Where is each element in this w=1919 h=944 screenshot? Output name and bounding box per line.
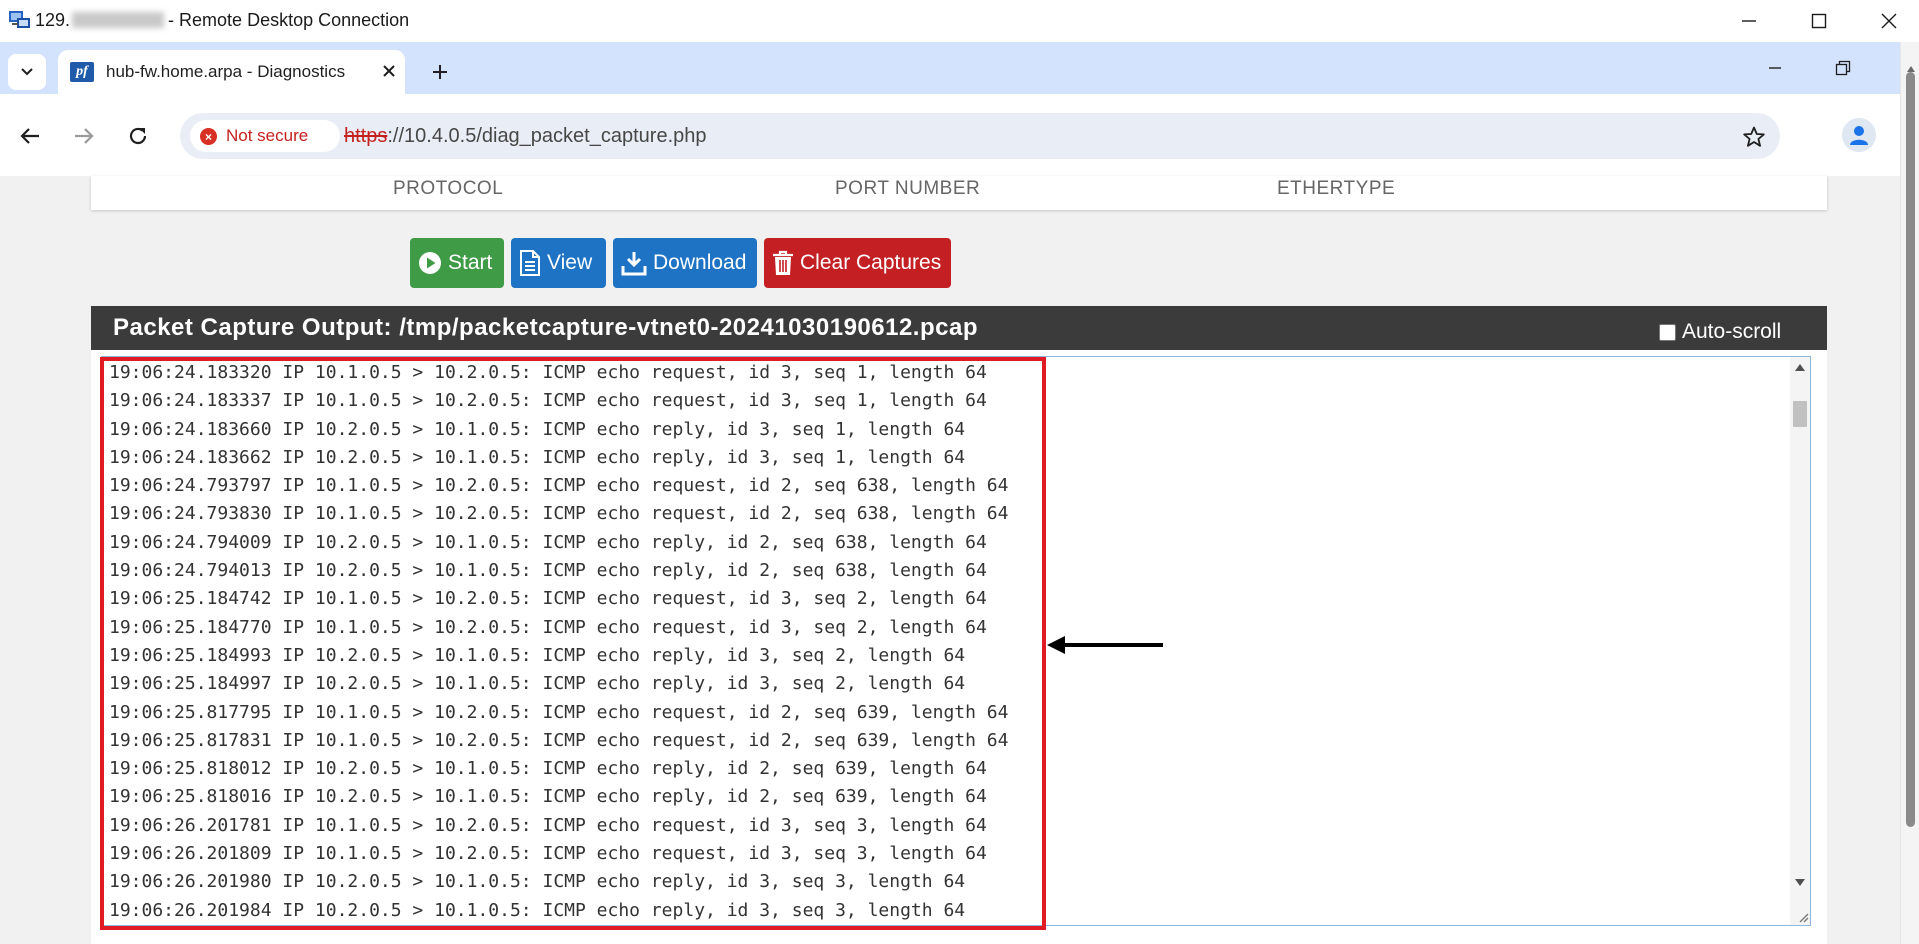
capture-line: 19:06:26.201809 IP 10.1.0.5 > 10.2.0.5: … <box>109 843 987 865</box>
download-capture-label: Download <box>653 251 747 274</box>
reload-icon <box>129 127 147 145</box>
play-circle-icon <box>418 251 442 275</box>
forward-button[interactable] <box>68 120 100 152</box>
url-path: ://10.4.0.5/diag_packet_capture.php <box>387 125 707 147</box>
port-number-column-label: PORT NUMBER <box>835 178 981 199</box>
filter-panel-header: PROTOCOL PORT NUMBER ETHERTYPE <box>91 176 1827 210</box>
redacted-ip <box>72 12 165 28</box>
browser-tab-strip: pf hub-fw.home.arpa - Diagnostics <box>0 42 1900 94</box>
url-text[interactable]: https://10.4.0.5/diag_packet_capture.php <box>344 125 707 148</box>
browser-restore-button[interactable] <box>1808 46 1878 90</box>
person-icon <box>1850 126 1868 145</box>
capture-line: 19:06:24.183660 IP 10.2.0.5 > 10.1.0.5: … <box>109 418 966 440</box>
textarea-scrollbar[interactable] <box>1790 357 1810 925</box>
new-tab-button[interactable] <box>426 58 454 86</box>
url-scheme: https <box>344 125 388 147</box>
capture-output-lines: 19:06:24.183320 IP 10.1.0.5 > 10.2.0.5: … <box>109 359 1008 925</box>
page-scrollbar-thumb[interactable] <box>1906 72 1915 827</box>
tab-search-button[interactable] <box>8 54 46 90</box>
textarea-scrollbar-thumb[interactable] <box>1793 401 1807 427</box>
capture-line: 19:06:26.201984 IP 10.2.0.5 > 10.1.0.5: … <box>109 899 966 921</box>
bookmark-button[interactable] <box>1740 123 1768 151</box>
resize-grip-icon[interactable] <box>1795 909 1809 923</box>
scroll-down-arrow-icon[interactable] <box>1795 879 1805 886</box>
clear-captures-label: Clear Captures <box>800 251 942 274</box>
capture-line: 19:06:25.818016 IP 10.2.0.5 > 10.1.0.5: … <box>109 786 987 808</box>
remote-desktop-titlebar: 129. - Remote Desktop Connection <box>0 0 1919 42</box>
arrow-left-icon <box>20 128 39 144</box>
capture-line: 19:06:25.818012 IP 10.2.0.5 > 10.1.0.5: … <box>109 758 987 780</box>
start-capture-label: Start <box>448 251 493 274</box>
arrow-right-icon <box>75 128 94 144</box>
autoscroll-checkbox[interactable] <box>1659 323 1676 341</box>
file-text-icon <box>519 250 541 276</box>
view-capture-button[interactable]: View <box>511 238 606 288</box>
trash-icon <box>772 250 794 276</box>
download-capture-button[interactable]: Download <box>613 238 757 288</box>
address-bar[interactable]: × Not secure https://10.4.0.5/diag_packe… <box>180 113 1780 159</box>
capture-line: 19:06:25.184770 IP 10.1.0.5 > 10.2.0.5: … <box>109 616 987 638</box>
pfsense-favicon-icon: pf <box>70 62 94 82</box>
close-icon <box>383 65 395 77</box>
capture-output-header: Packet Capture Output: /tmp/packetcaptur… <box>91 306 1827 350</box>
autoscroll-toggle[interactable]: Auto-scroll <box>1659 320 1781 344</box>
scroll-up-arrow-icon[interactable] <box>1795 364 1805 371</box>
capture-line: 19:06:25.184997 IP 10.2.0.5 > 10.1.0.5: … <box>109 673 966 695</box>
capture-line: 19:06:26.201980 IP 10.2.0.5 > 10.1.0.5: … <box>109 871 966 893</box>
start-capture-button[interactable]: Start <box>410 238 504 288</box>
plus-icon <box>433 65 447 79</box>
capture-line: 19:06:24.793797 IP 10.1.0.5 > 10.2.0.5: … <box>109 475 1009 497</box>
profile-button[interactable] <box>1842 118 1876 152</box>
window-title-app: - Remote Desktop Connection <box>168 10 410 30</box>
star-icon <box>1743 126 1765 147</box>
autoscroll-label: Auto-scroll <box>1682 320 1782 343</box>
capture-line: 19:06:24.794009 IP 10.2.0.5 > 10.1.0.5: … <box>109 531 987 553</box>
browser-toolbar: × Not secure https://10.4.0.5/diag_packe… <box>0 94 1900 176</box>
window-title-host: 129. <box>35 10 71 30</box>
capture-output-panel: 19:06:24.183320 IP 10.1.0.5 > 10.2.0.5: … <box>91 350 1827 944</box>
capture-line: 19:06:24.183320 IP 10.1.0.5 > 10.2.0.5: … <box>109 362 987 383</box>
capture-output-textarea[interactable]: 19:06:24.183320 IP 10.1.0.5 > 10.2.0.5: … <box>101 356 1811 926</box>
capture-line: 19:06:25.184993 IP 10.2.0.5 > 10.1.0.5: … <box>109 644 966 666</box>
tab-title: hub-fw.home.arpa - Diagnostics <box>106 62 346 81</box>
ethertype-column-label: ETHERTYPE <box>1277 178 1396 199</box>
minimize-window-button[interactable] <box>1714 0 1784 42</box>
not-secure-label: Not secure <box>226 126 309 145</box>
capture-line: 19:06:25.817795 IP 10.1.0.5 > 10.2.0.5: … <box>109 701 1009 723</box>
capture-line: 19:06:25.184742 IP 10.1.0.5 > 10.2.0.5: … <box>109 588 987 610</box>
close-tab-button[interactable] <box>376 58 402 84</box>
site-security-chip[interactable]: × Not secure <box>190 120 340 152</box>
view-capture-label: View <box>547 251 593 274</box>
page-content: PROTOCOL PORT NUMBER ETHERTYPE Start Vie… <box>0 176 1900 944</box>
browser-minimize-button[interactable] <box>1740 46 1810 90</box>
download-icon <box>621 250 647 276</box>
chevron-down-icon <box>21 68 33 76</box>
capture-line: 19:06:24.183662 IP 10.2.0.5 > 10.1.0.5: … <box>109 446 966 468</box>
protocol-column-label: PROTOCOL <box>393 178 504 199</box>
window-title: 129. - Remote Desktop Connection <box>35 10 409 31</box>
clear-captures-button[interactable]: Clear Captures <box>764 238 951 288</box>
reload-button[interactable] <box>122 120 154 152</box>
close-window-button[interactable] <box>1854 0 1919 42</box>
remote-desktop-icon <box>8 9 32 31</box>
capture-line: 19:06:24.794013 IP 10.2.0.5 > 10.1.0.5: … <box>109 560 987 582</box>
capture-line: 19:06:24.183337 IP 10.1.0.5 > 10.2.0.5: … <box>109 390 987 412</box>
not-secure-icon: × <box>200 128 217 145</box>
capture-line: 19:06:24.793830 IP 10.1.0.5 > 10.2.0.5: … <box>109 503 1009 525</box>
annotation-arrow-icon <box>1047 633 1163 657</box>
back-button[interactable] <box>14 120 46 152</box>
capture-line: 19:06:26.201781 IP 10.1.0.5 > 10.2.0.5: … <box>109 814 987 836</box>
capture-line: 19:06:25.817831 IP 10.1.0.5 > 10.2.0.5: … <box>109 729 1009 751</box>
maximize-window-button[interactable] <box>1784 0 1854 42</box>
browser-tab-active[interactable]: pf hub-fw.home.arpa - Diagnostics <box>58 50 405 94</box>
page-scrollbar[interactable] <box>1900 42 1919 944</box>
capture-output-title: Packet Capture Output: /tmp/packetcaptur… <box>113 314 978 341</box>
